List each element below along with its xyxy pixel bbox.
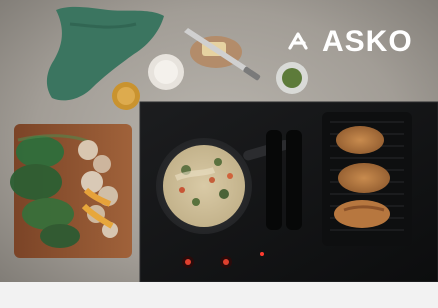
vent-left xyxy=(266,130,282,230)
grilled-bread-1 xyxy=(336,126,384,154)
bottom-strip xyxy=(0,282,438,308)
grilled-steak xyxy=(334,200,390,228)
asko-logo: ASKO xyxy=(286,22,426,62)
hero-image: ASKO xyxy=(0,0,438,308)
asko-logo-mark xyxy=(288,32,308,50)
control-dot xyxy=(260,252,264,256)
brand-name: ASKO xyxy=(322,25,413,58)
vent-right xyxy=(286,130,302,230)
grilled-bread-2 xyxy=(338,163,390,193)
